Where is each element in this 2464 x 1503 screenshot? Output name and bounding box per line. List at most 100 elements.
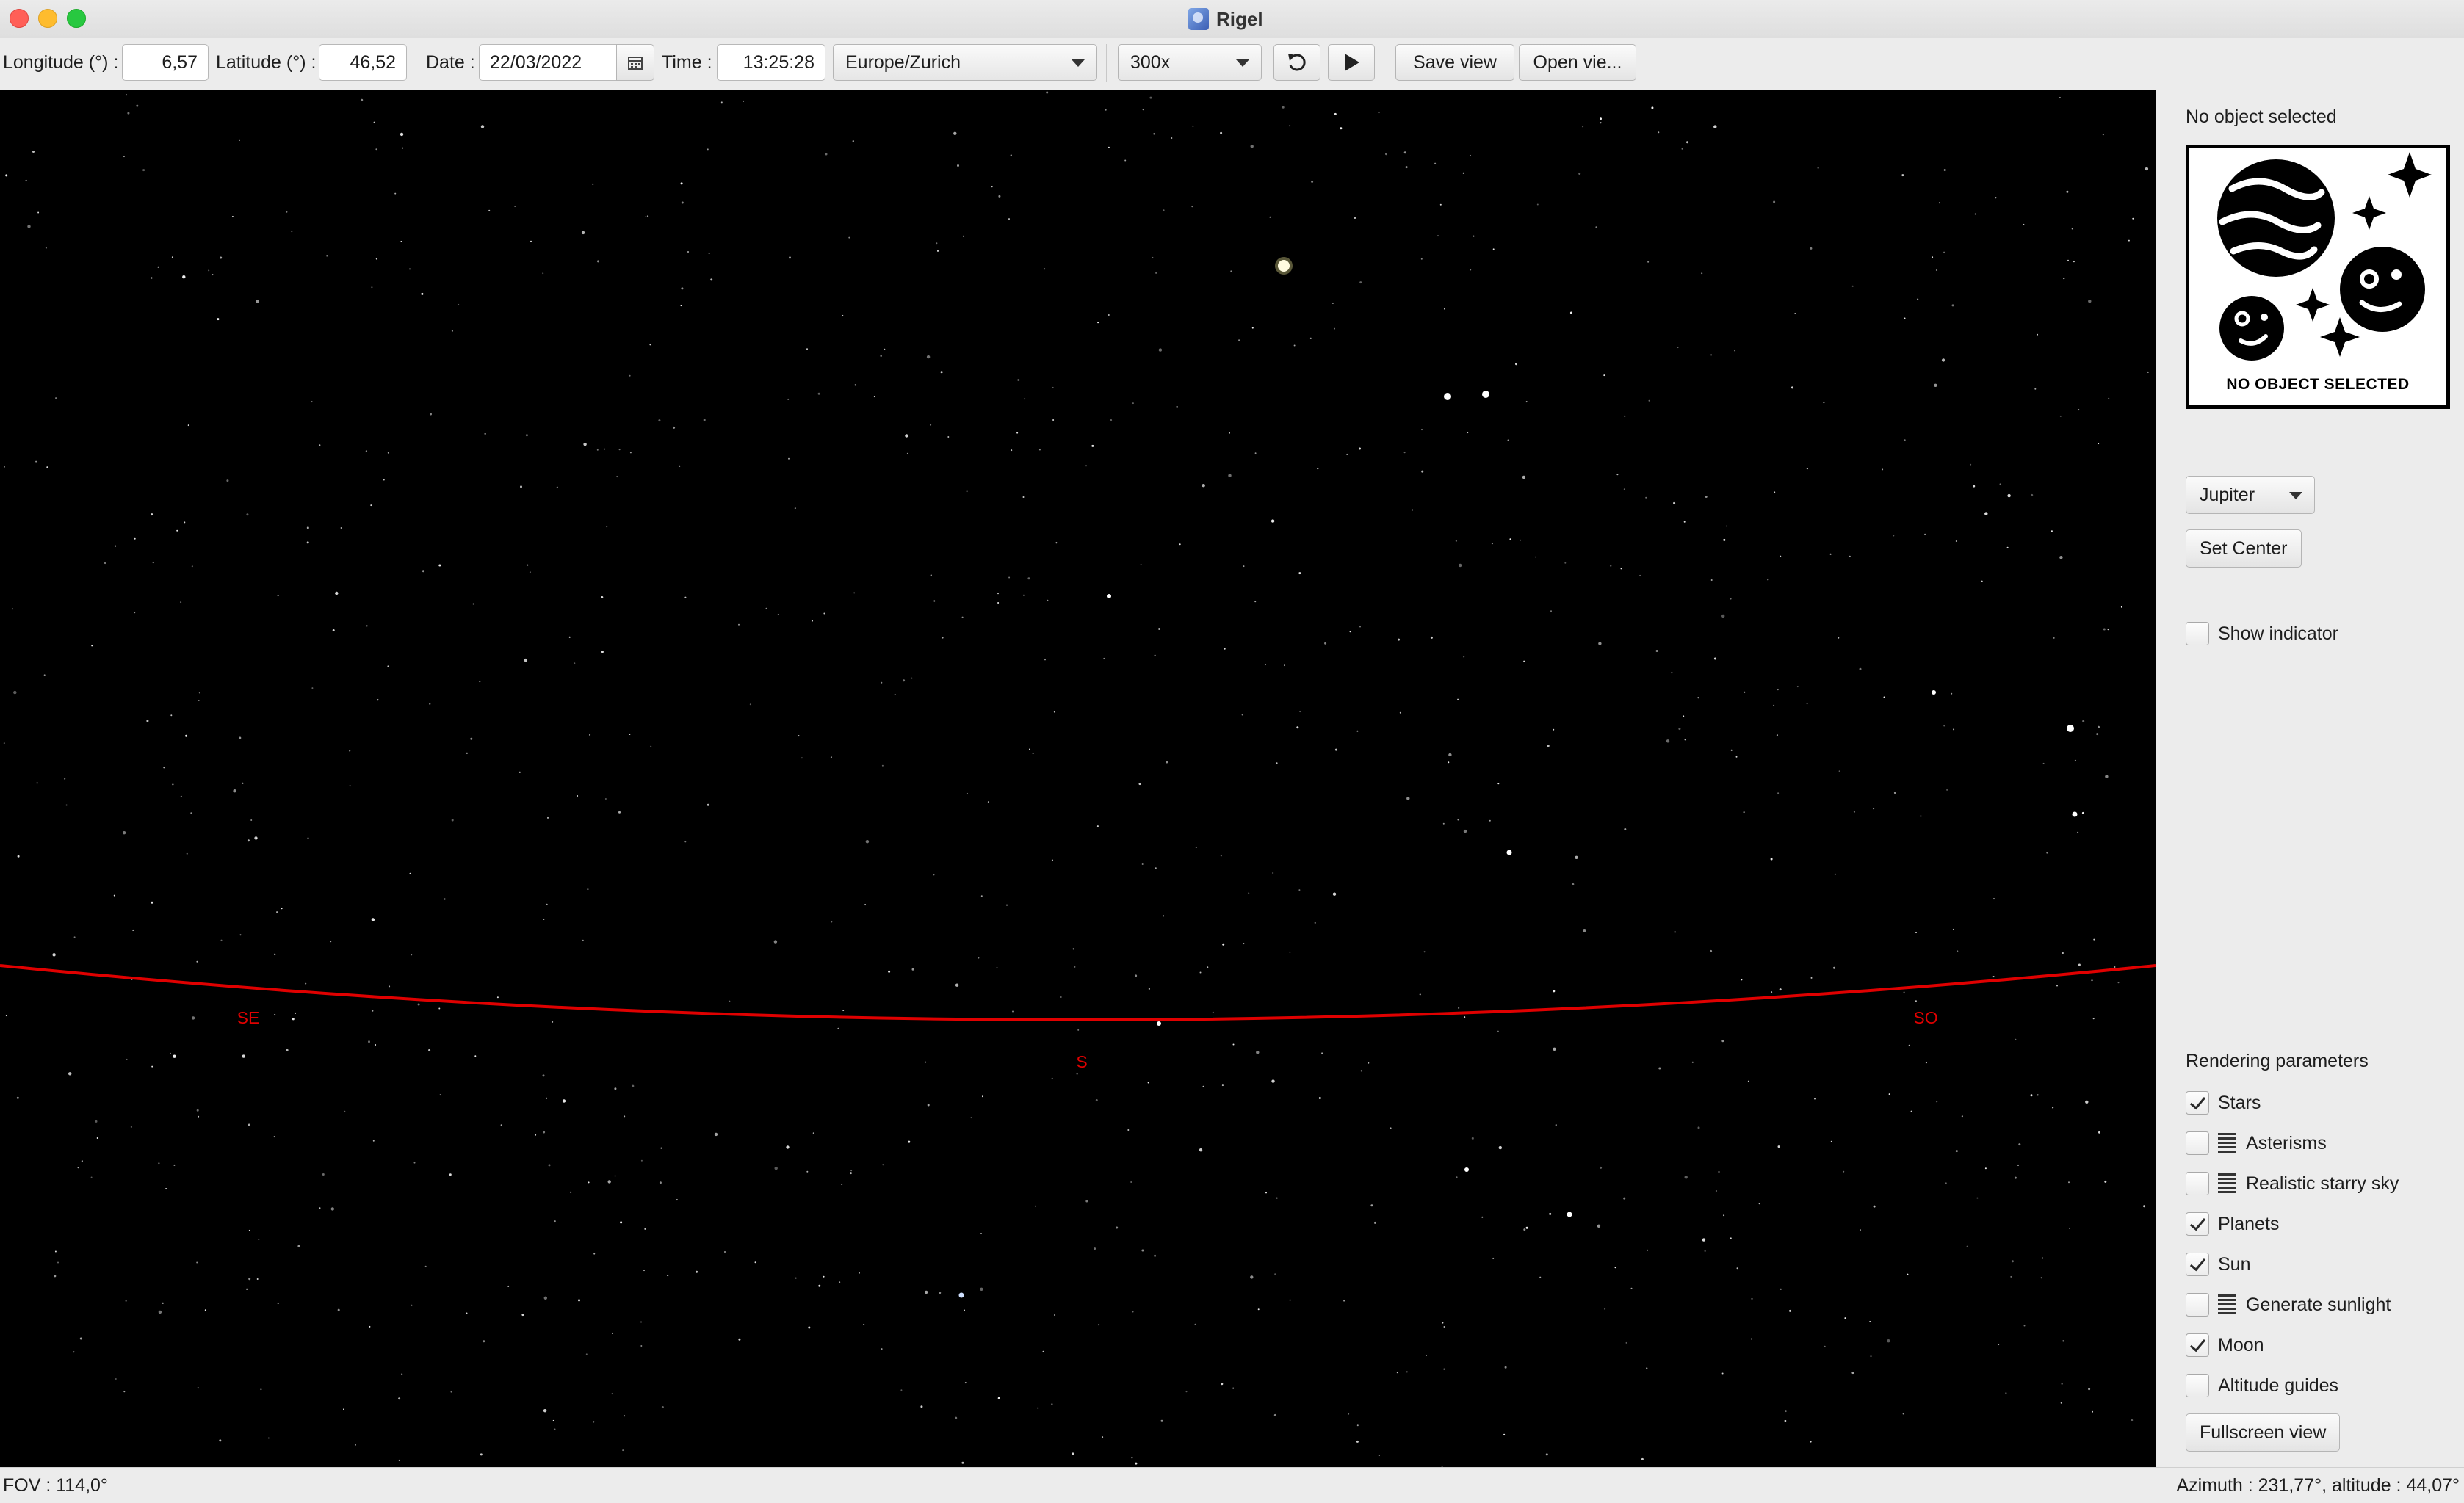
close-window-button[interactable] <box>10 9 29 28</box>
render-option-planets[interactable]: Planets <box>2186 1211 2279 1237</box>
star <box>1108 146 1110 148</box>
bright-star[interactable] <box>1464 1167 1469 1172</box>
star <box>624 1415 626 1417</box>
star <box>394 192 397 195</box>
bright-star[interactable] <box>958 1292 964 1298</box>
speed-select[interactable]: 300x <box>1118 44 1262 81</box>
sky-view[interactable]: SE S SO <box>0 90 2156 1467</box>
star <box>1998 1344 2000 1346</box>
checkbox-box[interactable] <box>2186 1172 2209 1195</box>
star <box>1547 745 1550 747</box>
star <box>1624 415 1626 417</box>
longitude-field[interactable]: 6,57 <box>122 44 209 81</box>
star <box>2098 1131 2100 1134</box>
checkbox-box[interactable] <box>2186 1253 2209 1276</box>
star <box>1735 756 1738 758</box>
bright-star[interactable] <box>1157 1021 1161 1026</box>
open-view-button[interactable]: Open vie... <box>1519 44 1636 81</box>
star <box>1849 555 1851 557</box>
bright-star[interactable] <box>1932 690 1936 695</box>
star <box>1072 1452 1074 1455</box>
star <box>1620 568 1622 570</box>
bright-star[interactable] <box>1444 393 1451 400</box>
render-option-altitude-guides[interactable]: Altitude guides <box>2186 1372 2338 1399</box>
bright-star[interactable] <box>1482 391 1489 398</box>
bright-star[interactable] <box>1567 1212 1572 1217</box>
star <box>1796 686 1799 688</box>
latitude-field[interactable]: 46,52 <box>319 44 407 81</box>
star <box>659 1181 662 1184</box>
render-option-realistic-sky[interactable]: Realistic starry sky <box>2186 1170 2399 1197</box>
checkbox-box[interactable] <box>2186 1091 2209 1115</box>
fullscreen-button[interactable]: Fullscreen view <box>2186 1413 2341 1452</box>
render-option-stars[interactable]: Stars <box>2186 1090 2261 1116</box>
options-bars-icon[interactable] <box>2218 1133 2236 1153</box>
date-field[interactable]: 22/03/2022 <box>479 44 617 81</box>
star <box>2085 1100 2089 1104</box>
star <box>1758 1203 1760 1205</box>
options-bars-icon[interactable] <box>2218 1173 2236 1194</box>
star <box>1704 1250 1706 1252</box>
timezone-select[interactable]: Europe/Zurich <box>833 44 1097 81</box>
star <box>1032 753 1034 754</box>
star <box>1550 610 1552 612</box>
timezone-value: Europe/Zurich <box>845 52 961 73</box>
star <box>1142 109 1144 111</box>
star <box>1917 298 1919 300</box>
zoom-window-button[interactable] <box>67 9 86 28</box>
star <box>1904 439 1906 441</box>
star <box>1072 948 1074 950</box>
checkbox-box[interactable] <box>2186 1374 2209 1397</box>
star <box>849 1172 852 1175</box>
render-option-asterisms[interactable]: Asterisms <box>2186 1130 2327 1156</box>
star <box>1368 1062 1370 1064</box>
show-indicator-checkbox[interactable]: Show indicator <box>2186 620 2338 647</box>
options-bars-icon[interactable] <box>2218 1294 2236 1315</box>
star <box>1683 715 1685 717</box>
star <box>2096 733 2099 736</box>
star <box>1467 432 1469 434</box>
horizon-line <box>0 964 2156 1021</box>
star <box>1870 1355 1872 1358</box>
star <box>1470 269 1472 271</box>
star <box>45 247 47 249</box>
checkbox-box[interactable] <box>2186 1333 2209 1357</box>
reset-time-button[interactable] <box>1273 44 1320 81</box>
bright-star[interactable] <box>2072 811 2078 817</box>
render-option-label: Sun <box>2218 1253 2251 1275</box>
date-picker-button[interactable] <box>616 44 654 81</box>
star <box>1284 664 1285 667</box>
star <box>2068 1181 2070 1184</box>
star <box>158 1310 162 1314</box>
object-select[interactable]: Jupiter <box>2186 476 2315 514</box>
render-option-sun[interactable]: Sun <box>2186 1251 2250 1278</box>
star <box>480 1453 483 1456</box>
star <box>1155 272 1157 274</box>
save-view-button[interactable]: Save view <box>1395 44 1514 81</box>
render-option-sunlight[interactable]: Generate sunlight <box>2186 1292 2391 1318</box>
minimize-window-button[interactable] <box>38 9 57 28</box>
checkbox-box[interactable] <box>2186 1212 2209 1236</box>
bright-star[interactable] <box>2067 725 2074 732</box>
checkbox-box[interactable] <box>2186 622 2209 645</box>
star <box>987 801 989 803</box>
checkbox-box[interactable] <box>2186 1131 2209 1155</box>
star <box>543 1296 547 1300</box>
play-button[interactable] <box>1328 44 1375 81</box>
bright-star[interactable] <box>1506 850 1512 855</box>
star <box>1194 1323 1196 1325</box>
star <box>1806 468 1808 470</box>
star <box>1713 125 1717 128</box>
bright-star[interactable] <box>1107 594 1111 598</box>
sky-svg[interactable]: SE S SO <box>0 90 2156 1467</box>
time-field[interactable]: 13:25:28 <box>717 44 825 81</box>
star <box>1683 521 1686 523</box>
star <box>1269 216 1271 218</box>
set-center-button[interactable]: Set Center <box>2186 529 2302 568</box>
star <box>1207 966 1209 968</box>
render-option-moon[interactable]: Moon <box>2186 1332 2264 1358</box>
star <box>714 1132 718 1137</box>
star <box>1254 452 1257 454</box>
checkbox-box[interactable] <box>2186 1293 2209 1317</box>
planet[interactable] <box>1278 260 1290 272</box>
